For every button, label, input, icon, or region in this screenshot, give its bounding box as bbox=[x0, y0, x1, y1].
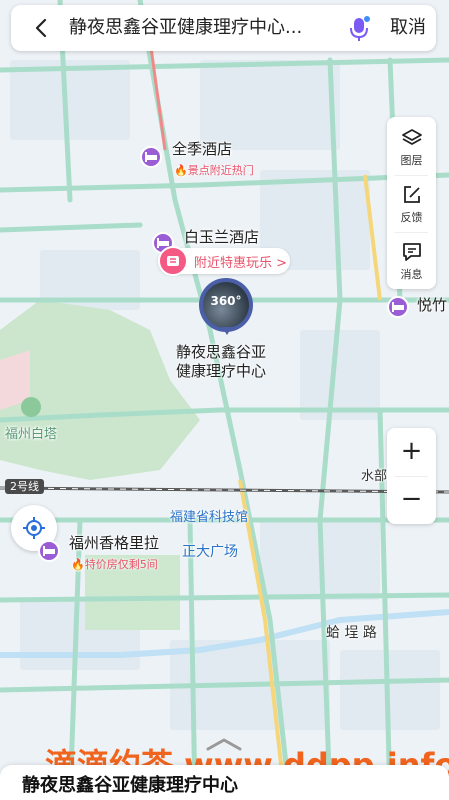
poi-tag-text: 特价房仅剩5间 bbox=[84, 558, 158, 571]
locate-crosshair-icon bbox=[23, 517, 45, 539]
poi-tag: 🔥特价房仅剩5间 bbox=[71, 556, 158, 572]
feedback-button[interactable]: 反馈 bbox=[387, 176, 436, 232]
ticket-icon bbox=[158, 246, 188, 276]
back-button[interactable] bbox=[31, 17, 53, 39]
poi-name: 全季酒店 bbox=[172, 140, 233, 158]
poi-360-thumbnail: 360° bbox=[203, 282, 249, 328]
place-science-museum[interactable]: 福建省科技馆 bbox=[170, 506, 248, 525]
map-tools-panel: 图层 反馈 消息 bbox=[387, 117, 436, 289]
zoom-controls: + − bbox=[387, 428, 436, 524]
poi-name: 福州香格里拉 bbox=[69, 534, 160, 552]
hotel-pin-icon bbox=[140, 146, 162, 168]
selected-poi-marker[interactable]: 360° bbox=[199, 278, 253, 332]
messages-button[interactable]: 消息 bbox=[387, 233, 436, 289]
chevron-left-icon bbox=[35, 18, 47, 38]
messages-label: 消息 bbox=[400, 268, 423, 281]
poi-detail-sheet[interactable]: 静夜思鑫谷亚健康理疗中心 bbox=[0, 765, 449, 800]
hotel-pin-icon bbox=[387, 296, 409, 318]
hotel-pin-icon bbox=[38, 540, 60, 562]
selected-poi-name-line1: 静夜思鑫谷亚 bbox=[176, 343, 267, 361]
fire-icon: 🔥 bbox=[71, 558, 85, 571]
sheet-title: 静夜思鑫谷亚健康理疗中心 bbox=[22, 775, 238, 796]
feedback-edit-icon bbox=[404, 186, 420, 203]
feedback-label: 反馈 bbox=[400, 211, 423, 224]
cancel-button[interactable]: 取消 bbox=[390, 16, 426, 40]
place-name: 福州白塔 bbox=[5, 427, 58, 442]
poi-tag: 🔥景点附近热门 bbox=[174, 162, 254, 178]
poi-name: 白玉兰酒店 bbox=[184, 228, 260, 246]
search-query-text[interactable]: 静夜思鑫谷亚健康理疗中心... bbox=[69, 16, 339, 40]
poi-name: 悦竹 bbox=[417, 296, 448, 314]
microphone-icon bbox=[350, 15, 371, 41]
layers-label: 图层 bbox=[400, 154, 423, 167]
voice-search-button[interactable] bbox=[347, 15, 371, 43]
road-name-label: 蛤 埕 路 bbox=[326, 625, 377, 641]
zoom-out-button[interactable]: − bbox=[387, 476, 436, 524]
nearby-deals-chip[interactable]: 附近特惠玩乐 > bbox=[158, 246, 290, 276]
poi-tag-text: 景点附近热门 bbox=[187, 164, 254, 177]
fire-icon: 🔥 bbox=[174, 164, 188, 177]
zoom-in-button[interactable]: + bbox=[387, 428, 436, 476]
selected-poi-name-line2: 健康理疗中心 bbox=[176, 362, 267, 380]
message-icon bbox=[403, 243, 421, 261]
place-zhengda-plaza[interactable]: 正大广场 bbox=[182, 541, 238, 561]
metro-line-badge: 2号线 bbox=[5, 479, 44, 494]
selected-poi-label[interactable]: 静夜思鑫谷亚 健康理疗中心 bbox=[176, 343, 276, 381]
panorama-badge: 360° bbox=[210, 294, 242, 308]
layers-button[interactable]: 图层 bbox=[387, 119, 436, 175]
layers-icon bbox=[402, 129, 422, 145]
nearby-deals-text: 附近特惠玩乐 > bbox=[194, 256, 288, 271]
search-bar: 静夜思鑫谷亚健康理疗中心... 取消 bbox=[11, 5, 436, 51]
map-canvas[interactable] bbox=[0, 0, 449, 800]
scenic-spot-icon bbox=[21, 397, 41, 417]
place-shuibu[interactable]: 水部 bbox=[361, 465, 387, 484]
marker-tail bbox=[222, 327, 232, 335]
